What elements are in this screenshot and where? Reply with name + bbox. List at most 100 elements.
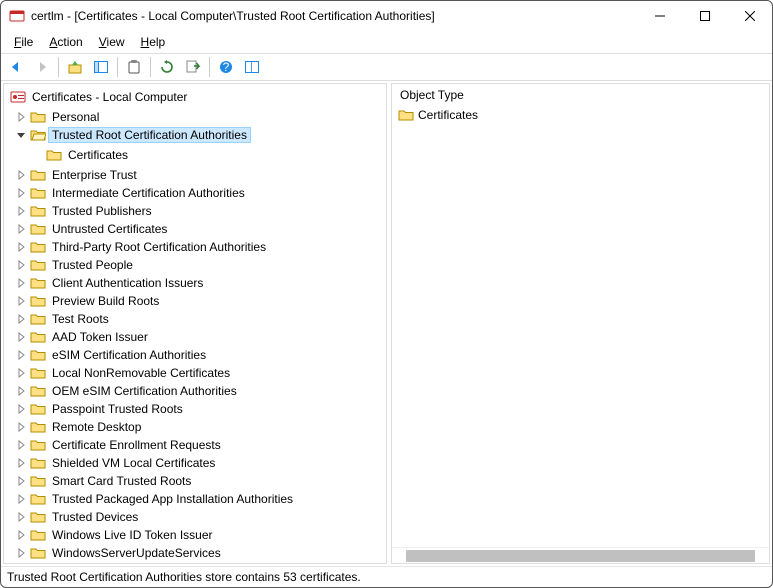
folder-icon bbox=[30, 293, 46, 309]
tree-node-label: Untrusted Certificates bbox=[49, 222, 170, 236]
column-header-object-type[interactable]: Object Type bbox=[392, 84, 769, 106]
tree-expander[interactable] bbox=[14, 330, 28, 344]
back-button[interactable] bbox=[4, 55, 28, 79]
titlebar[interactable]: certlm - [Certificates - Local Computer\… bbox=[1, 1, 772, 31]
tree-expander[interactable] bbox=[14, 204, 28, 218]
folder-icon bbox=[30, 383, 46, 399]
forward-button[interactable] bbox=[30, 55, 54, 79]
tree-expander[interactable] bbox=[14, 366, 28, 380]
tree-node-label: WindowsServerUpdateServices bbox=[49, 546, 224, 560]
tree-node[interactable]: Remote Desktop bbox=[8, 418, 386, 436]
tree-expander[interactable] bbox=[14, 222, 28, 236]
tree-node[interactable]: eSIM Certification Authorities bbox=[8, 346, 386, 364]
tree-node-label: Trusted Root Certification Authorities bbox=[49, 128, 250, 142]
result-pane[interactable]: Object Type Certificates bbox=[391, 83, 770, 564]
export-list-button[interactable] bbox=[181, 55, 205, 79]
tree-expander[interactable] bbox=[14, 294, 28, 308]
tree-expander[interactable] bbox=[14, 312, 28, 326]
folder-icon bbox=[30, 329, 46, 345]
list-item[interactable]: Certificates bbox=[392, 106, 769, 124]
folder-icon bbox=[30, 473, 46, 489]
tree-node[interactable]: Third-Party Root Certification Authoriti… bbox=[8, 238, 386, 256]
tree-node[interactable]: Trusted Root Certification Authorities bbox=[8, 126, 386, 144]
tree-expander[interactable] bbox=[14, 384, 28, 398]
tree-node[interactable]: Windows Live ID Token Issuer bbox=[8, 526, 386, 544]
tree-node-label: Trusted People bbox=[49, 258, 136, 272]
tree-expander[interactable] bbox=[14, 492, 28, 506]
maximize-button[interactable] bbox=[682, 1, 727, 31]
menu-action[interactable]: Action bbox=[42, 33, 89, 51]
tree-node-label: Trusted Publishers bbox=[49, 204, 155, 218]
tree-expander[interactable] bbox=[14, 348, 28, 362]
folder-icon bbox=[30, 185, 46, 201]
folder-icon bbox=[30, 311, 46, 327]
tree-expander[interactable] bbox=[14, 128, 28, 142]
folder-icon bbox=[30, 509, 46, 525]
tree-node[interactable]: Preview Build Roots bbox=[8, 292, 386, 310]
show-hide-tree-button[interactable] bbox=[89, 55, 113, 79]
menu-view[interactable]: View bbox=[92, 33, 132, 51]
tree-node-label: Enterprise Trust bbox=[49, 168, 140, 182]
refresh-button[interactable] bbox=[155, 55, 179, 79]
console-tree[interactable]: Certificates - Local Computer Personal Tru… bbox=[3, 83, 387, 564]
up-button[interactable] bbox=[63, 55, 87, 79]
tree-node[interactable]: Personal bbox=[8, 108, 386, 126]
folder-icon bbox=[30, 419, 46, 435]
tree-node[interactable]: WindowsServerUpdateServices bbox=[8, 544, 386, 562]
tree-node[interactable]: Test Roots bbox=[8, 310, 386, 328]
toolbar-separator bbox=[58, 57, 59, 77]
close-button[interactable] bbox=[727, 1, 772, 31]
tree-expander[interactable] bbox=[14, 510, 28, 524]
folder-icon bbox=[30, 167, 46, 183]
folder-icon bbox=[30, 455, 46, 471]
tree-node-label: Shielded VM Local Certificates bbox=[49, 456, 218, 470]
tree-expander[interactable] bbox=[14, 168, 28, 182]
tree-expander[interactable] bbox=[14, 546, 28, 560]
find-certificates-button[interactable] bbox=[240, 55, 264, 79]
tree-node[interactable]: Intermediate Certification Authorities bbox=[8, 184, 386, 202]
tree-node[interactable]: Trusted Packaged App Installation Author… bbox=[8, 490, 386, 508]
folder-icon bbox=[30, 347, 46, 363]
tree-expander[interactable] bbox=[14, 402, 28, 416]
tree-node[interactable]: Certificates bbox=[8, 146, 386, 164]
tree-node[interactable]: Client Authentication Issuers bbox=[8, 274, 386, 292]
tree-expander[interactable] bbox=[14, 186, 28, 200]
menu-help[interactable]: Help bbox=[134, 33, 173, 51]
statusbar: Trusted Root Certification Authorities s… bbox=[1, 566, 772, 587]
tree-expander[interactable] bbox=[14, 438, 28, 452]
tree-expander[interactable] bbox=[14, 528, 28, 542]
horizontal-scrollbar[interactable] bbox=[392, 547, 769, 563]
tree-node-label: Certificate Enrollment Requests bbox=[49, 438, 224, 452]
tree-node-label: Trusted Devices bbox=[49, 510, 141, 524]
menubar: File Action View Help bbox=[1, 31, 772, 53]
tree-expander[interactable] bbox=[14, 110, 28, 124]
tree-root-node[interactable]: Certificates - Local Computer bbox=[8, 88, 386, 106]
tree-node[interactable]: Local NonRemovable Certificates bbox=[8, 364, 386, 382]
tree-node[interactable]: Enterprise Trust bbox=[8, 166, 386, 184]
tree-expander[interactable] bbox=[14, 474, 28, 488]
tree-node[interactable]: Certificate Enrollment Requests bbox=[8, 436, 386, 454]
tree-node[interactable]: Passpoint Trusted Roots bbox=[8, 400, 386, 418]
minimize-button[interactable] bbox=[637, 1, 682, 31]
tree-expander[interactable] bbox=[14, 456, 28, 470]
tree-expander[interactable] bbox=[14, 420, 28, 434]
folder-icon bbox=[46, 147, 62, 163]
tree-node[interactable]: Untrusted Certificates bbox=[8, 220, 386, 238]
folder-icon bbox=[30, 275, 46, 291]
tree-node[interactable]: Shielded VM Local Certificates bbox=[8, 454, 386, 472]
tree-expander[interactable] bbox=[14, 258, 28, 272]
tree-node[interactable]: Trusted Publishers bbox=[8, 202, 386, 220]
tree-expander[interactable] bbox=[14, 240, 28, 254]
paste-button[interactable] bbox=[122, 55, 146, 79]
tree-node-label: Windows Live ID Token Issuer bbox=[49, 528, 216, 542]
menu-file[interactable]: File bbox=[7, 33, 40, 51]
tree-node[interactable]: Trusted Devices bbox=[8, 508, 386, 526]
tree-node[interactable]: OEM eSIM Certification Authorities bbox=[8, 382, 386, 400]
tree-node[interactable]: AAD Token Issuer bbox=[8, 328, 386, 346]
tree-node[interactable]: Trusted People bbox=[8, 256, 386, 274]
tree-expander[interactable] bbox=[14, 276, 28, 290]
help-button[interactable]: ? bbox=[214, 55, 238, 79]
tree-node-label: Certificates bbox=[65, 148, 131, 162]
toolbar-separator bbox=[209, 57, 210, 77]
tree-node[interactable]: Smart Card Trusted Roots bbox=[8, 472, 386, 490]
